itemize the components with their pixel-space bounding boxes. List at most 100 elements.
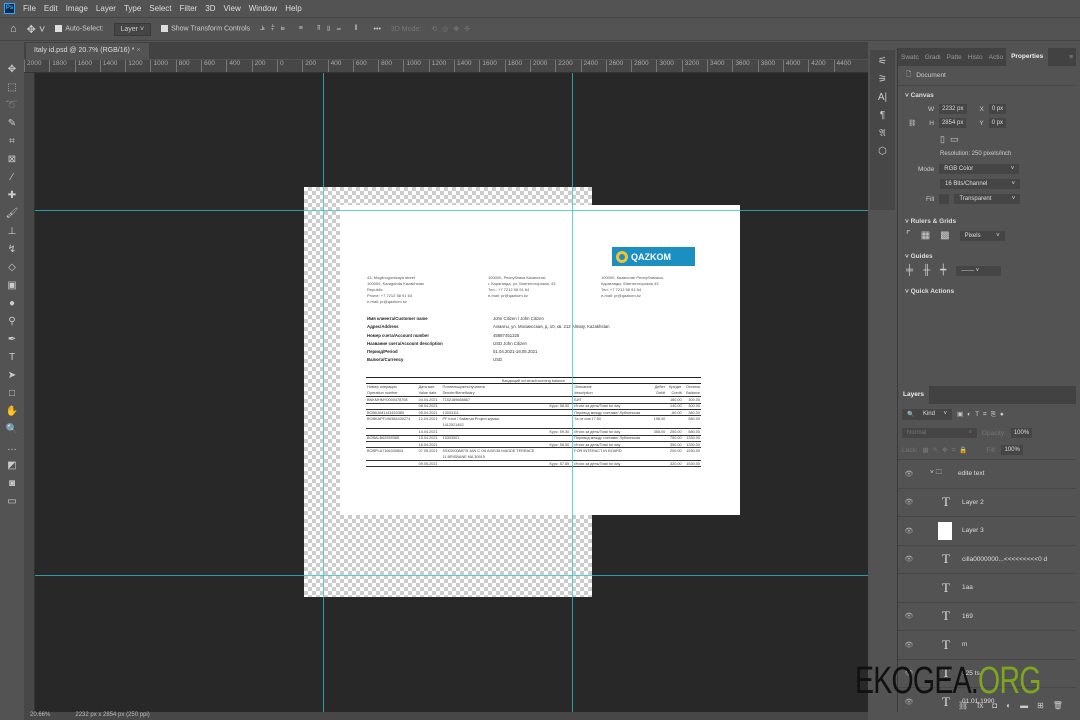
align-icons[interactable]: ⫡⫩⫢ ≡ ⫪⫫⫬ ‖ [260,25,364,33]
tab-layers[interactable]: Layers [898,386,929,404]
visibility-eye-icon[interactable]: 👁 [898,527,920,535]
healing-tool-icon[interactable]: ✚ [5,188,19,203]
visibility-eye-icon[interactable]: 👁 [898,470,920,478]
brush-tool-icon[interactable]: 🖌 [5,206,19,221]
paragraph-icon[interactable]: ¶ [880,110,885,121]
pen-tool-icon[interactable]: ✒ [5,332,19,347]
screen-mode-icon[interactable]: ▭ [5,494,19,509]
more-options-button[interactable]: ••• [374,26,381,33]
type-tool-icon[interactable]: T [5,350,19,365]
bit-depth-select[interactable]: 16 Bits/Channel ˅ [940,179,1020,189]
blend-mode-select[interactable]: Normal ˅ [902,428,977,438]
layer-row[interactable]: 👁 Tcilla0000000...<<<<<<<<<0 d [898,544,1076,574]
glyphs-icon[interactable]: 𝔄 [879,128,886,139]
guide-horizontal[interactable] [35,575,868,576]
layer-row[interactable]: 👁 ˅ 🗀 edite text [898,459,1076,488]
grid-icon[interactable]: ▦ [921,230,930,241]
guide-vertical[interactable] [572,73,573,712]
menu-select[interactable]: Select [149,4,171,13]
bank-statement-layer[interactable]: QAZKOM 43, Mogilnogorskaya street 100000,… [340,205,740,515]
stamp-tool-icon[interactable]: ⊥ [5,224,19,239]
color-swatches-icon[interactable]: ◩ [5,458,19,473]
y-input[interactable]: 0 px [988,118,1007,128]
visibility-eye-icon[interactable]: 👁 [898,612,920,620]
zoom-tool-icon[interactable]: 🔍 [5,422,19,437]
guides-section-title[interactable]: ˅ Guides [898,253,1076,260]
tab-swatches[interactable]: Swatc [898,54,922,61]
document-tab[interactable]: Italy id.psd @ 20.7% (RGB/16) * × [26,43,149,59]
show-transform-checkbox[interactable]: Show Transform Controls [161,25,250,33]
menu-edit[interactable]: Edit [44,4,58,13]
delete-layer-icon[interactable]: 🗑 [1053,701,1063,710]
fill-swatch[interactable] [939,194,950,204]
home-icon[interactable]: ⌂ [10,23,17,35]
eyedropper-tool-icon[interactable]: ⁄ [5,170,19,185]
menu-image[interactable]: Image [66,4,88,13]
quick-actions-section-title[interactable]: ˅ Quick Actions [898,288,1076,295]
path-select-tool-icon[interactable]: ➤ [5,368,19,383]
tab-actions[interactable]: Actio [986,54,1006,61]
lasso-tool-icon[interactable]: ➰ [5,98,19,113]
menu-type[interactable]: Type [124,4,141,13]
character-icon[interactable]: A| [878,92,887,103]
frame-tool-icon[interactable]: ⊠ [5,152,19,167]
3d-icon[interactable]: ⬡ [878,146,887,157]
guide-style-select[interactable]: ─── ˅ [956,265,1002,276]
height-input[interactable]: 2854 px [938,118,967,128]
width-input[interactable]: 2232 px [939,104,967,114]
link-icon[interactable]: ⛓ [908,119,916,127]
guide-vertical[interactable] [323,73,324,712]
quick-select-tool-icon[interactable]: ✎ [5,116,19,131]
guide-horizontal[interactable] [35,210,868,211]
blur-tool-icon[interactable]: ● [5,296,19,311]
dodge-tool-icon[interactable]: ⚲ [5,314,19,329]
history-brush-icon[interactable]: ↯ [5,242,19,257]
menu-help[interactable]: Help [285,4,301,13]
brush-settings-icon[interactable]: ⚟ [878,56,887,67]
menu-window[interactable]: Window [249,4,277,13]
units-select[interactable]: Pixels ˅ [959,230,1005,241]
x-input[interactable]: 0 px [988,104,1007,114]
clone-source-icon[interactable]: ⚞ [878,74,887,85]
canvas-area[interactable]: QAZKOM 43, Mogilnogorskaya street 100000,… [35,73,868,712]
layer-row[interactable]: 👁 T Layer 2 [898,487,1076,517]
gradient-tool-icon[interactable]: ▣ [5,278,19,293]
fill-select[interactable]: Transparent ˅ [954,194,1021,204]
layer-select[interactable]: Layer ˅ [113,22,152,36]
panel-menu-icon[interactable]: ≡ [1066,54,1076,61]
layer-row[interactable]: 👁 T 169 [898,601,1076,631]
lock-icons[interactable]: ▩✎✥⌗🔒 [923,446,972,455]
eraser-tool-icon[interactable]: ◇ [5,260,19,275]
opacity-input[interactable]: 100% [1010,428,1033,438]
more-tools-icon[interactable]: … [5,440,19,455]
guides-icon[interactable]: ╪ [906,265,913,276]
visibility-eye-icon[interactable]: 👁 [898,498,920,506]
menu-filter[interactable]: Filter [180,4,198,13]
landscape-icon[interactable]: ▭ [950,134,959,145]
ruler-icon[interactable]: ⌜ [906,230,911,241]
marquee-tool-icon[interactable]: ⬚ [5,80,19,95]
tab-gradients[interactable]: Gradi [922,54,944,61]
quick-mask-icon[interactable]: ◙ [5,476,19,491]
close-tab-icon[interactable]: × [136,47,140,54]
move-tool-icon[interactable]: ✥ ˅ [27,23,46,36]
canvas-section-title[interactable]: ˅ Canvas [898,92,1076,99]
pixel-grid-icon[interactable]: ▩ [940,230,949,241]
smart-guides-icon[interactable]: ┿ [940,265,946,276]
tab-history[interactable]: Histo [965,54,986,61]
move-tool-icon[interactable]: ✥ [5,62,19,77]
auto-select-checkbox[interactable]: Auto-Select: [55,25,104,33]
lock-guides-icon[interactable]: ╫ [923,265,930,276]
crop-tool-icon[interactable]: ⌗ [5,134,19,149]
tab-patterns[interactable]: Patte [944,54,965,61]
zoom-level[interactable]: 20.66% [30,712,50,720]
layer-row[interactable]: 👁 Layer 3 [898,516,1076,545]
layer-filter-select[interactable]: 🔍 Kind ˅ [902,409,952,420]
menu-layer[interactable]: Layer [96,4,116,13]
hand-tool-icon[interactable]: ✋ [5,404,19,419]
layer-row[interactable]: 👁 Tm [898,630,1076,659]
menu-3d[interactable]: 3D [205,4,215,13]
mode-select[interactable]: RGB Color ˅ [939,164,1020,174]
vertical-ruler[interactable] [24,73,35,712]
visibility-eye-icon[interactable]: 👁 [898,555,920,563]
